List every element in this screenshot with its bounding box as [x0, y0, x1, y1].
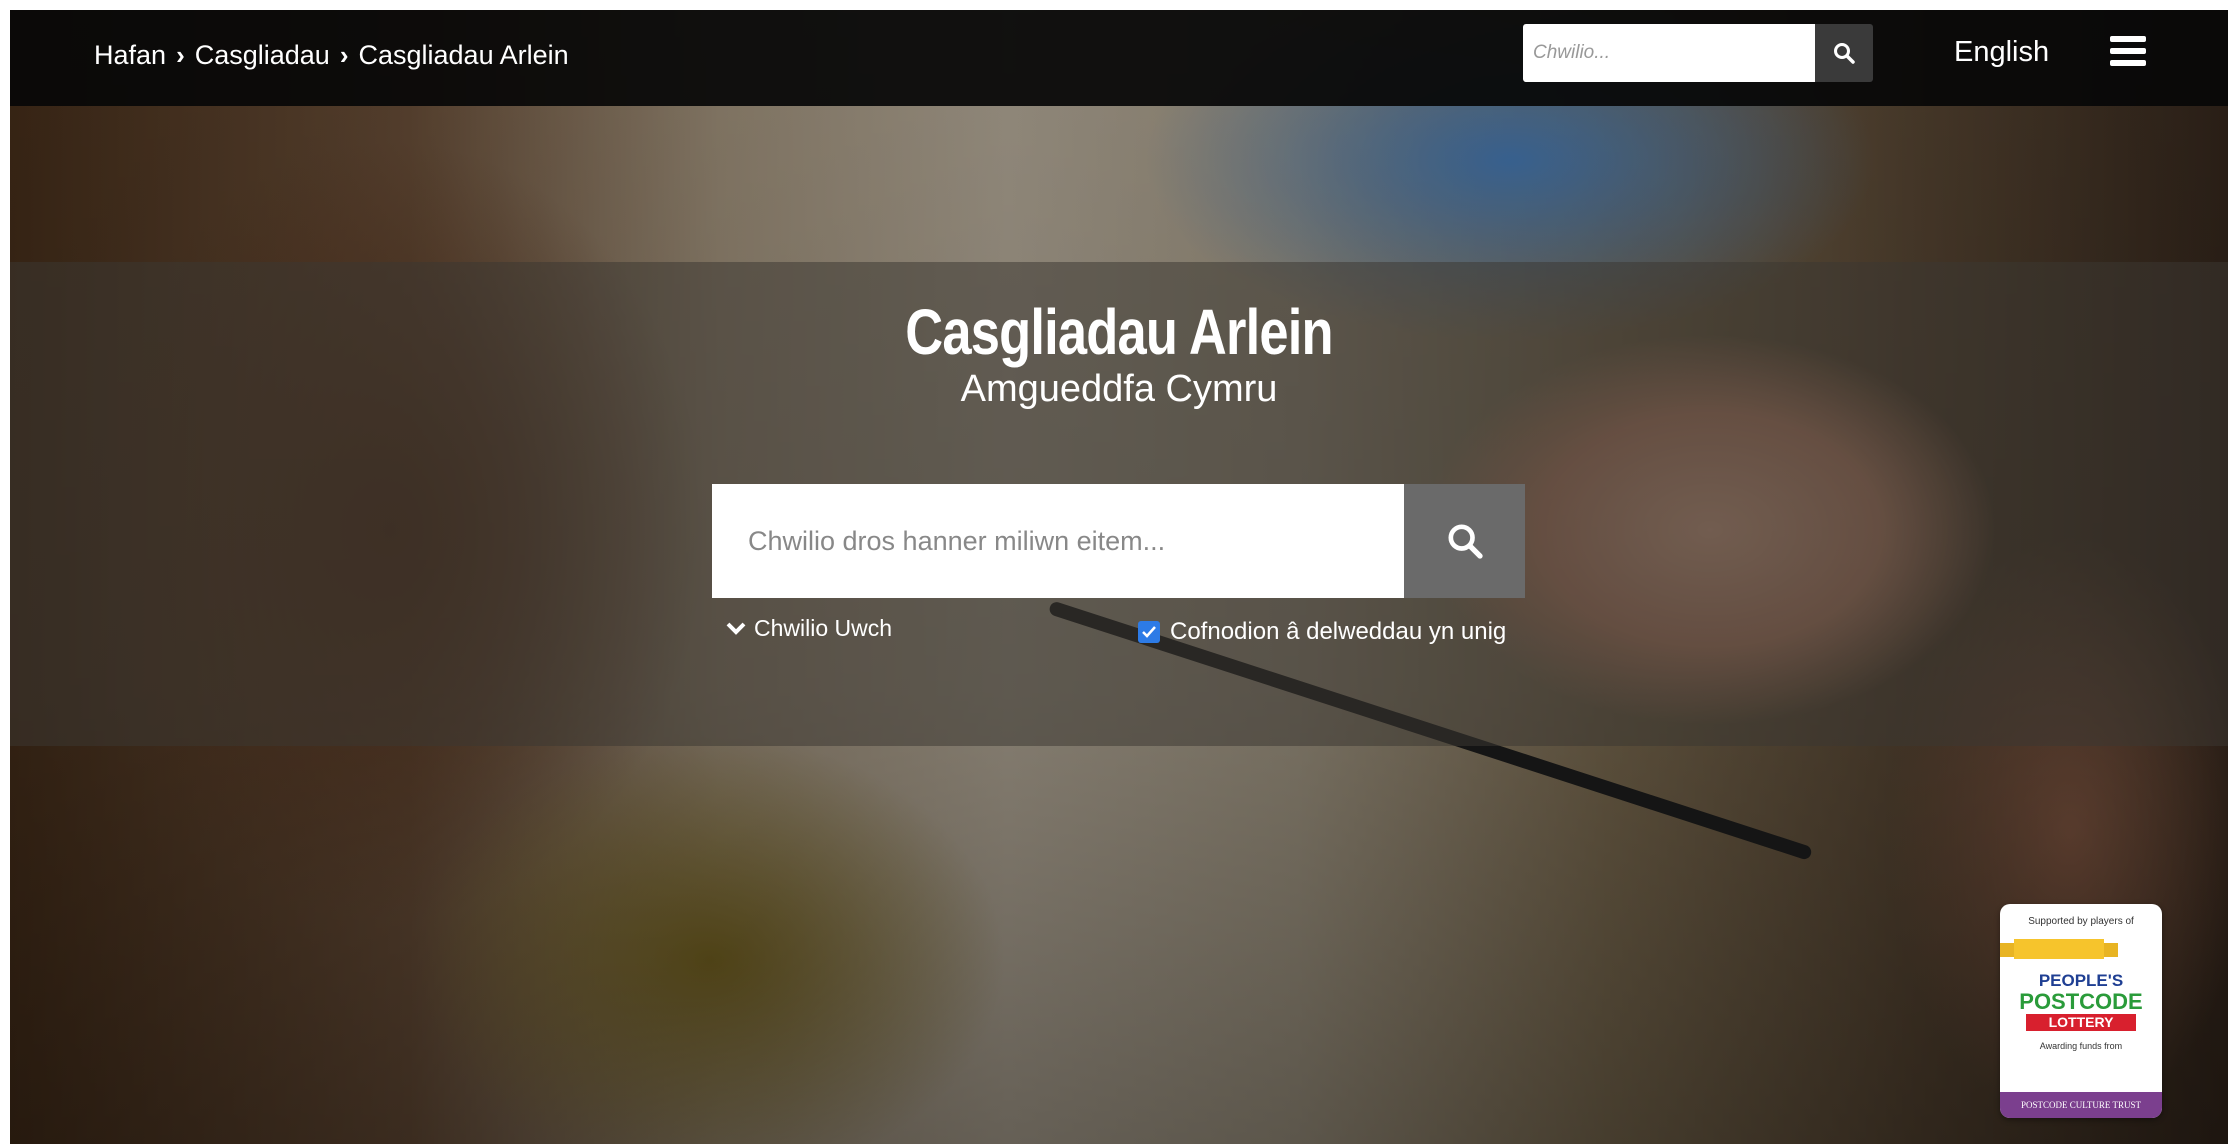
breadcrumb-current: Casgliadau Arlein [358, 40, 569, 70]
main-search-button[interactable] [1404, 484, 1525, 598]
header-search-button[interactable] [1815, 24, 1873, 82]
breadcrumb-link-collections[interactable]: Casgliadau [195, 40, 330, 71]
page-subtitle: Amgueddfa Cymru [960, 368, 1278, 410]
postcode-lottery-badge[interactable]: Supported by players of PEOPLE'S POSTCOD… [2000, 904, 2162, 1118]
page-title: Casgliadau Arlein [905, 296, 1333, 368]
badge-lottery-text: LOTTERY [2026, 1014, 2136, 1031]
breadcrumb: Hafan › Casgliadau › Casgliadau Arlein [94, 40, 569, 71]
checkmark-icon [1142, 626, 1156, 638]
images-only-label[interactable]: Cofnodion â delweddau yn unig [1170, 618, 1506, 646]
main-search-input[interactable] [712, 484, 1404, 598]
badge-trust-text: POSTCODE CULTURE TRUST [2000, 1092, 2162, 1118]
badge-awarding-text: Awarding funds from [2039, 1041, 2123, 1051]
page-frame: Hafan › Casgliadau › Casgliadau Arlein E… [10, 10, 2228, 1144]
hamburger-icon [2110, 48, 2146, 54]
search-icon [1834, 43, 1855, 64]
language-switch-link[interactable]: English [1954, 36, 2049, 69]
ribbon-icon [2000, 939, 2118, 959]
search-icon [1448, 524, 1483, 559]
badge-postcode-text: POSTCODE [2019, 989, 2143, 1014]
hamburger-icon [2110, 60, 2146, 66]
badge-peoples-text: PEOPLE'S [2038, 971, 2124, 990]
top-navigation-bar: Hafan › Casgliadau › Casgliadau Arlein E… [10, 10, 2228, 106]
badge-supported-text: Supported by players of [2028, 916, 2134, 927]
advanced-search-toggle[interactable]: Chwilio Uwch [726, 615, 892, 642]
advanced-search-label: Chwilio Uwch [754, 615, 893, 641]
menu-button[interactable] [2110, 36, 2146, 68]
header-search-input[interactable] [1523, 24, 1815, 82]
breadcrumb-link-home[interactable]: Hafan [94, 40, 166, 71]
hamburger-icon [2110, 36, 2146, 42]
chevron-down-icon [726, 622, 746, 635]
images-only-option: Cofnodion â delweddau yn unig [1138, 618, 1506, 646]
images-only-checkbox[interactable] [1138, 621, 1160, 643]
breadcrumb-separator-icon: › [339, 40, 349, 70]
breadcrumb-separator-icon: › [176, 40, 185, 70]
